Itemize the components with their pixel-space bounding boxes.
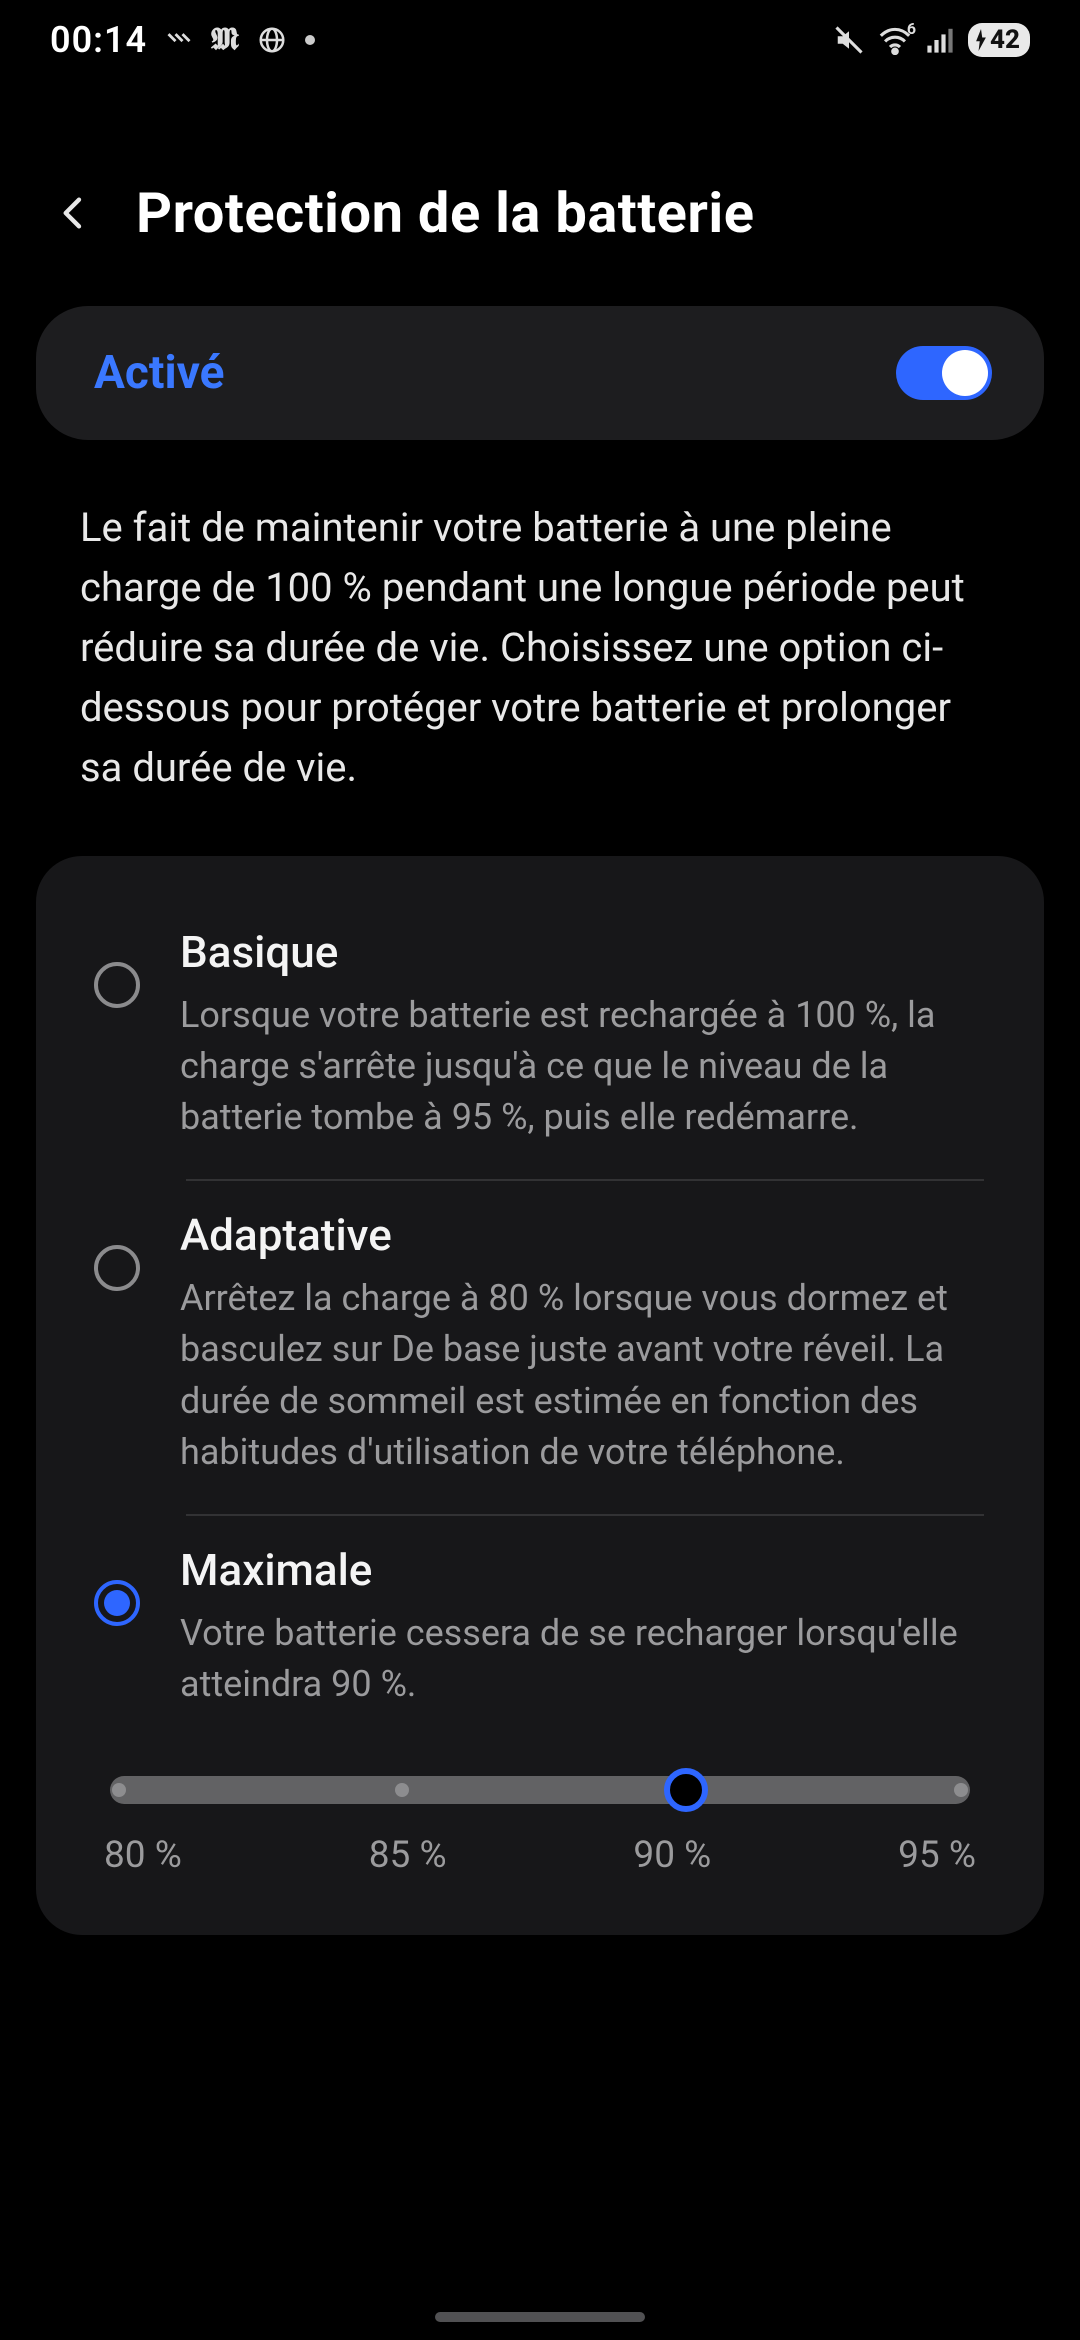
option-max[interactable]: Maximale Votre batterie cessera de se re…	[46, 1516, 1034, 1746]
enabled-card: Activé	[36, 306, 1044, 440]
status-clock: 00:14	[50, 19, 147, 61]
enabled-toggle[interactable]	[896, 346, 992, 400]
wifi-icon: 6	[878, 25, 912, 55]
option-max-desc: Votre batterie cessera de se recharger l…	[180, 1608, 994, 1710]
max-slider-wrap: 80 % 85 % 90 % 95 %	[46, 1746, 1034, 1877]
toggle-knob	[942, 350, 988, 396]
m-logo-icon: 𝕸	[211, 23, 239, 57]
status-bar: 00:14 𝕸	[0, 0, 1080, 80]
bars-icon	[165, 26, 193, 54]
screen: 00:14 𝕸	[0, 0, 1080, 2340]
enabled-label: Activé	[94, 346, 224, 400]
page-title: Protection de la batterie	[136, 180, 755, 246]
option-basic-title: Basique	[180, 926, 994, 978]
slider-label-1: 85 %	[369, 1834, 447, 1877]
slider-labels: 80 % 85 % 90 % 95 %	[102, 1834, 978, 1877]
option-adaptive-title: Adaptative	[180, 1209, 994, 1261]
status-left: 00:14 𝕸	[50, 19, 315, 61]
option-basic-desc: Lorsque votre batterie est rechargée à 1…	[180, 990, 994, 1143]
slider-label-3: 95 %	[898, 1834, 976, 1877]
option-basic[interactable]: Basique Lorsque votre batterie est recha…	[46, 898, 1034, 1179]
header: Protection de la batterie	[0, 80, 1080, 306]
slider-tick-1	[395, 1783, 409, 1797]
chevron-left-icon	[54, 189, 94, 237]
slider-label-2: 90 %	[633, 1834, 711, 1877]
option-adaptive-desc: Arrêtez la charge à 80 % lorsque vous do…	[180, 1273, 994, 1477]
radio-max[interactable]	[94, 1580, 140, 1626]
wifi-badge: 6	[907, 19, 916, 38]
signal-icon	[926, 26, 954, 54]
slider-tick-0	[112, 1783, 126, 1797]
option-basic-body: Basique Lorsque votre batterie est recha…	[180, 926, 994, 1143]
slider-thumb[interactable]	[664, 1768, 708, 1812]
status-right: 6 42	[834, 23, 1030, 57]
globe-icon	[257, 25, 287, 55]
option-adaptive-body: Adaptative Arrêtez la charge à 80 % lors…	[180, 1209, 994, 1477]
home-indicator[interactable]	[435, 2312, 645, 2322]
description-text: Le fait de maintenir votre batterie à un…	[0, 440, 1080, 798]
option-max-title: Maximale	[180, 1544, 994, 1596]
option-adaptive[interactable]: Adaptative Arrêtez la charge à 80 % lors…	[46, 1181, 1034, 1513]
options-card: Basique Lorsque votre batterie est recha…	[36, 856, 1044, 1935]
battery-level: 42	[990, 25, 1020, 55]
option-max-body: Maximale Votre batterie cessera de se re…	[180, 1544, 994, 1710]
mute-icon	[834, 25, 864, 55]
back-button[interactable]	[46, 185, 102, 241]
status-dot-icon	[305, 35, 315, 45]
battery-indicator: 42	[968, 23, 1030, 57]
radio-adaptive[interactable]	[94, 1245, 140, 1291]
slider-tick-3	[954, 1783, 968, 1797]
max-slider[interactable]	[110, 1776, 970, 1804]
radio-basic[interactable]	[94, 962, 140, 1008]
slider-label-0: 80 %	[104, 1834, 182, 1877]
